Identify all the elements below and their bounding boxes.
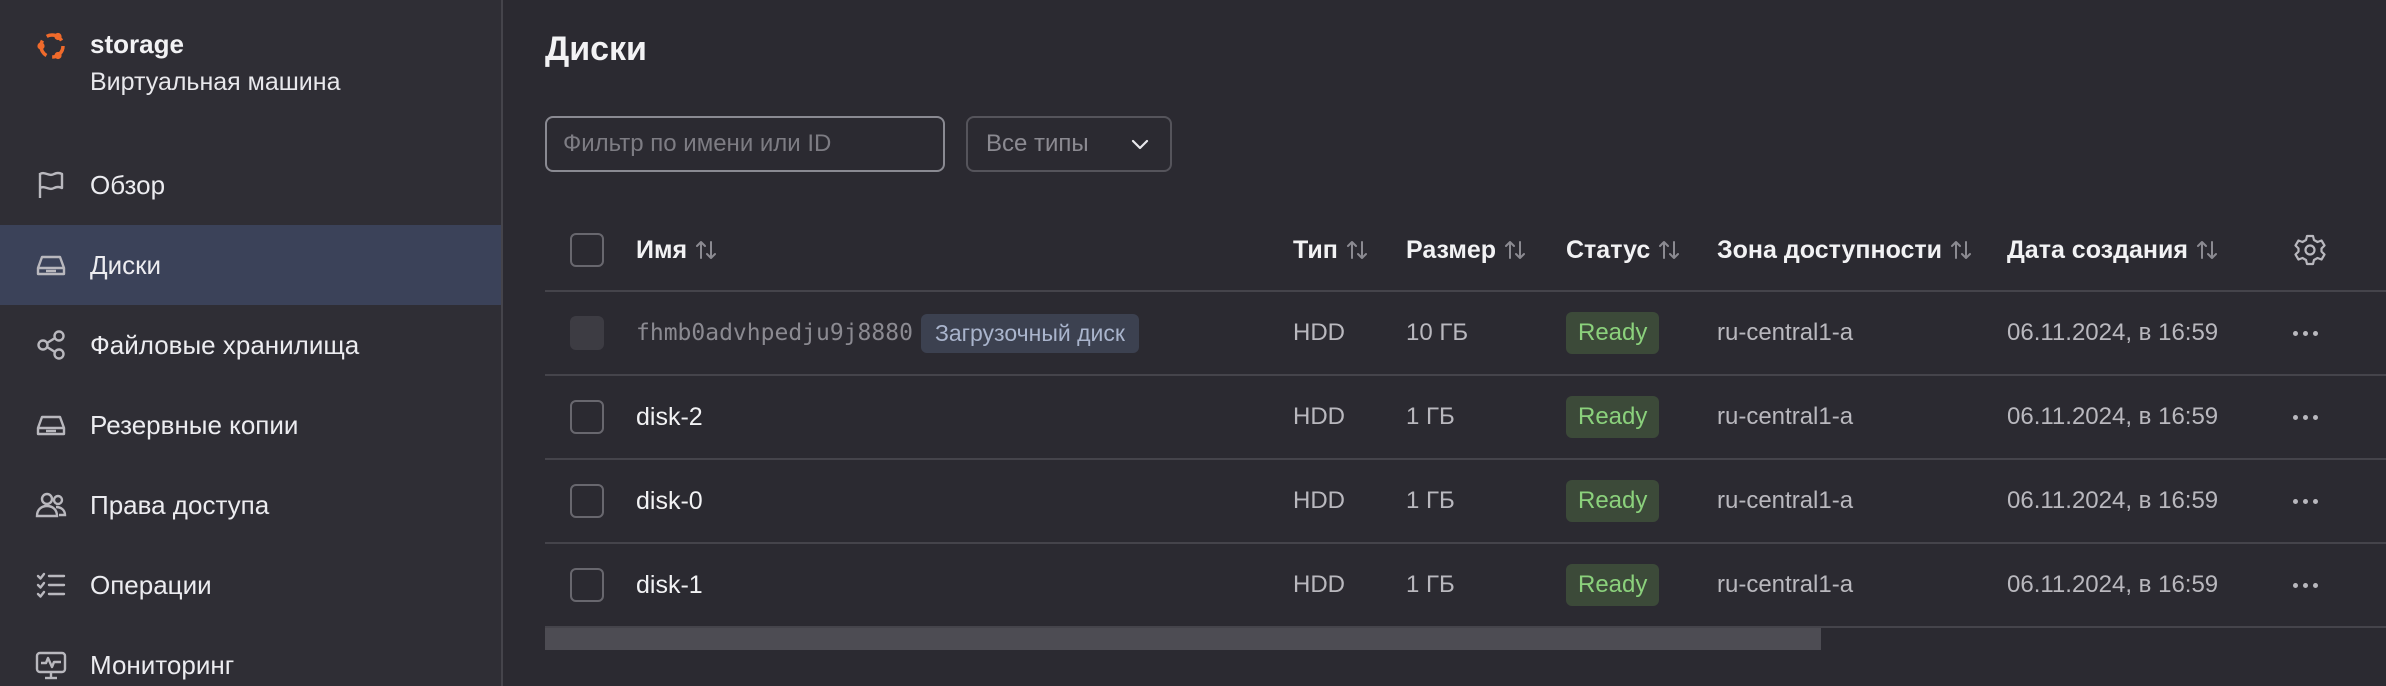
share-icon <box>34 328 68 362</box>
column-header-date[interactable]: Дата создания <box>2007 210 2220 290</box>
disks-table: Имя Тип Размер Статус Зона доступности Д… <box>545 210 2386 628</box>
sort-icon <box>1659 241 1680 259</box>
page-title: Диски <box>545 30 647 68</box>
sidebar-item-label: Мониторинг <box>90 649 235 680</box>
table-row[interactable]: fhmb0advhpedju9j8880 Загрузочный диск HD… <box>545 292 2386 376</box>
more-actions-icon[interactable] <box>2293 498 2318 504</box>
resource-type: Виртуальная машина <box>90 68 341 96</box>
disk-created: 06.11.2024, в 16:59 <box>2007 487 2219 514</box>
disk-size: 1 ГБ <box>1406 571 1455 598</box>
sidebar-item-label: Обзор <box>90 169 166 200</box>
row-checkbox[interactable] <box>570 568 604 602</box>
table-header: Имя Тип Размер Статус Зона доступности Д… <box>545 210 2386 292</box>
type-select[interactable]: Все типы <box>966 116 1172 172</box>
sidebar-item-access[interactable]: Права доступа <box>0 465 501 545</box>
column-header-status[interactable]: Статус <box>1566 210 1682 290</box>
disk-type: HDD <box>1293 319 1345 346</box>
gear-icon[interactable] <box>2293 233 2327 267</box>
sidebar-item-label: Права доступа <box>90 489 270 520</box>
app-window: storage Виртуальная машина Обзор Диски Ф… <box>0 0 2386 686</box>
sidebar-item-operations[interactable]: Операции <box>0 545 501 625</box>
disk-name[interactable]: disk-2 <box>636 403 703 432</box>
disk-name[interactable]: fhmb0advhpedju9j8880 <box>636 320 913 346</box>
brand: storage Виртуальная машина <box>34 26 340 102</box>
column-header-size[interactable]: Размер <box>1406 210 1528 290</box>
sidebar-item-label: Резервные копии <box>90 409 299 440</box>
sidebar-item-label: Операции <box>90 569 212 600</box>
disk-created: 06.11.2024, в 16:59 <box>2007 403 2219 430</box>
disk-name[interactable]: disk-0 <box>636 487 703 516</box>
type-select-label: Все типы <box>986 130 1089 157</box>
sort-icon <box>1346 241 1367 259</box>
more-actions-icon[interactable] <box>2293 330 2318 336</box>
sidebar-item-label: Диски <box>90 249 162 280</box>
more-actions-icon[interactable] <box>2293 414 2318 420</box>
flag-icon <box>34 168 68 202</box>
disk-zone: ru-central1-a <box>1717 487 1854 514</box>
status-badge: Ready <box>1566 312 1660 354</box>
people-icon <box>34 488 68 522</box>
disk-type: HDD <box>1293 571 1345 598</box>
disk-size: 10 ГБ <box>1406 319 1469 346</box>
disk-created: 06.11.2024, в 16:59 <box>2007 571 2219 598</box>
sort-icon <box>1951 241 1972 259</box>
disk-zone: ru-central1-a <box>1717 403 1854 430</box>
boot-disk-badge: Загрузочный диск <box>920 313 1139 353</box>
scrollbar-thumb[interactable] <box>545 628 1821 650</box>
column-header-zone[interactable]: Зона доступности <box>1717 210 1974 290</box>
status-badge: Ready <box>1566 480 1660 522</box>
main-content: Диски Все типы Имя Тип Разме <box>545 0 2386 686</box>
disk-size: 1 ГБ <box>1406 487 1455 514</box>
sidebar-item-file-storage[interactable]: Файловые хранилища <box>0 305 501 385</box>
sort-icon <box>696 241 717 259</box>
sidebar-nav: Обзор Диски Файловые хранилища Резервные… <box>0 145 501 686</box>
table-row[interactable]: disk-1 HDD 1 ГБ Ready ru-central1-a 06.1… <box>545 544 2386 628</box>
status-badge: Ready <box>1566 564 1660 606</box>
row-checkbox[interactable] <box>570 400 604 434</box>
disk-zone: ru-central1-a <box>1717 319 1854 346</box>
table-row[interactable]: disk-0 HDD 1 ГБ Ready ru-central1-a 06.1… <box>545 460 2386 544</box>
select-all-checkbox[interactable] <box>570 233 604 267</box>
status-badge: Ready <box>1566 396 1660 438</box>
sidebar-item-label: Файловые хранилища <box>90 329 360 360</box>
horizontal-scrollbar[interactable] <box>545 628 2386 650</box>
disk-zone: ru-central1-a <box>1717 571 1854 598</box>
column-header-name[interactable]: Имя <box>636 210 719 290</box>
disk-type: HDD <box>1293 487 1345 514</box>
sidebar-item-backups[interactable]: Резервные копии <box>0 385 501 465</box>
disk-icon <box>34 248 68 282</box>
sidebar-item-overview[interactable]: Обзор <box>0 145 501 225</box>
sidebar: storage Виртуальная машина Обзор Диски Ф… <box>0 0 503 686</box>
column-header-type[interactable]: Тип <box>1293 210 1370 290</box>
disk-size: 1 ГБ <box>1406 403 1455 430</box>
sort-icon <box>2196 241 2217 259</box>
ubuntu-logo-icon <box>37 32 65 60</box>
disk-type: HDD <box>1293 403 1345 430</box>
more-actions-icon[interactable] <box>2293 582 2318 588</box>
disk-created: 06.11.2024, в 16:59 <box>2007 319 2219 346</box>
sidebar-item-disks[interactable]: Диски <box>0 225 501 305</box>
monitor-icon <box>34 648 68 682</box>
checklist-icon <box>34 568 68 602</box>
chevron-down-icon <box>1131 139 1149 150</box>
backup-icon <box>34 408 68 442</box>
sidebar-item-monitoring[interactable]: Мониторинг <box>0 625 501 686</box>
disk-name[interactable]: disk-1 <box>636 571 703 600</box>
row-checkbox <box>570 316 604 350</box>
row-checkbox[interactable] <box>570 484 604 518</box>
resource-name: storage <box>90 29 184 59</box>
sort-icon <box>1505 241 1526 259</box>
table-row[interactable]: disk-2 HDD 1 ГБ Ready ru-central1-a 06.1… <box>545 376 2386 460</box>
filter-input[interactable] <box>545 116 945 172</box>
